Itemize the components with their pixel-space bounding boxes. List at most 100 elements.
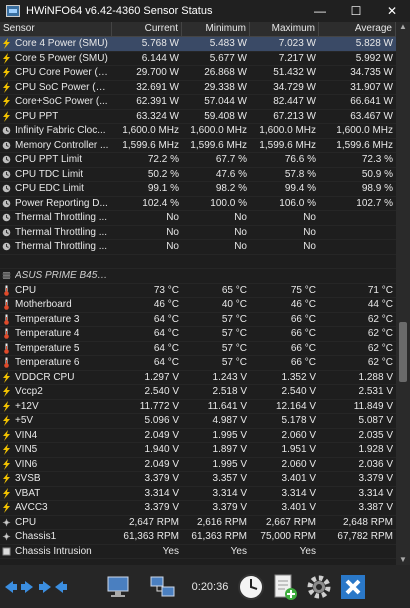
sensor-label: VIN6 [15,458,38,470]
sensor-row[interactable]: CPU Core Power (S... 29.700 W 26.868 W 51.4… [0,66,396,81]
col-current[interactable]: Current [112,22,182,36]
sensor-row[interactable]: CPU TDC Limit 50.2 % 47.6 % 57.8 % 50.9 % [0,168,396,182]
sensor-row[interactable]: VBAT 3.314 V 3.314 V 3.314 V 3.314 V [0,487,396,501]
maximum-value: 82.447 W [273,96,316,108]
sensor-name-cell: Infinity Fabric Cloc... [0,125,112,136]
sensor-row[interactable]: CPU PPT Limit 72.2 % 67.7 % 76.6 % 72.3 % [0,153,396,168]
settings-button[interactable] [302,570,336,604]
bolt-icon [2,81,11,93]
sensor-row[interactable]: Memory Controller ... 1,599.6 MHz 1,599.6 … [0,139,396,153]
collapse-arrow-icon [39,580,67,593]
sensor-row[interactable]: Chassis1 61,363 RPM 61,363 RPM 75,000 RPM 67… [0,530,396,545]
current-value: 11.772 V [139,400,179,412]
sensor-row[interactable]: Infinity Fabric Cloc... 1,600.0 MHz 1,600.… [0,124,396,139]
sensor-row[interactable]: 3VSB 3.379 V 3.357 V 3.401 V 3.379 V [0,472,396,487]
col-sensor[interactable]: Sensor [0,22,112,36]
close-sensors-button[interactable] [336,570,370,604]
average-value: 62 °C [367,313,393,325]
sensor-label: CPU SoC Power (S... [15,81,109,93]
sensor-name-cell: VBAT [0,487,112,499]
sensor-row[interactable]: Chassis Intrusion Yes Yes Yes [0,545,396,559]
minimum-value: 61,363 RPM [191,531,247,543]
sensor-row[interactable]: VIN4 2.049 V 1.995 V 2.060 V 2.035 V [0,429,396,443]
minimum-value: 5.677 W [209,52,247,64]
sensor-row[interactable]: Thermal Throttling ... No No No [0,240,396,255]
collapse-arrows-button[interactable] [36,570,70,604]
sensor-row[interactable]: Core 4 Power (SMU) 5.768 W 5.483 W 7.023 W 5… [0,37,396,52]
average-value: 1,599.6 MHz [336,139,393,151]
sensor-name-cell: +12V [0,400,112,412]
scroll-up-arrow-icon[interactable]: ▲ [396,22,410,32]
sensor-label: Thermal Throttling ... [15,241,108,253]
sensor-row[interactable]: Core 5 Power (SMU) 6.144 W 5.677 W 7.217 W 5… [0,52,396,66]
sensor-name-cell: +5V [0,415,112,427]
sensor-row[interactable]: Motherboard 46 °C 40 °C 46 °C 44 °C [0,298,396,313]
fan-icon [2,531,11,542]
sensor-row[interactable]: CPU SoC Power (S... 32.691 W 29.338 W 34.72… [0,81,396,95]
average-value: 63.467 W [350,110,393,122]
sensor-row[interactable]: CPU 73 °C 65 °C 75 °C 71 °C [0,284,396,298]
sensor-row[interactable]: Temperature 3 64 °C 57 °C 66 °C 62 °C [0,313,396,327]
sensor-name-cell: Chassis Intrusion [0,546,112,557]
group-header-row[interactable]: ASUS PRIME B450... [0,269,396,284]
current-value: 63.324 W [136,110,179,122]
current-value: Yes [162,545,179,557]
network-button[interactable] [144,570,182,604]
average-value: 3.314 V [358,487,393,499]
current-value: 64 °C [153,328,179,340]
clock-button[interactable] [234,570,268,604]
average-value: 44 °C [367,299,393,311]
sensor-row[interactable]: CPU PPT 63.324 W 59.408 W 67.213 W 63.467 W [0,110,396,124]
sensor-row[interactable] [0,255,396,269]
sensor-row[interactable]: Power Reporting D... 102.4 % 100.0 % 106.0 … [0,197,396,211]
average-value: 71 °C [367,284,393,296]
sensor-table: Core 4 Power (SMU) 5.768 W 5.483 W 7.023 W 5… [0,37,396,565]
expand-arrows-button[interactable] [2,570,36,604]
minimum-value: 57.044 W [204,96,247,108]
minimize-button[interactable]: — [302,0,338,22]
sensor-row[interactable]: Vccp2 2.540 V 2.518 V 2.540 V 2.531 V [0,385,396,400]
col-minimum[interactable]: Minimum [182,22,250,36]
minimum-value: 57 °C [221,342,247,354]
sensor-row[interactable]: AVCC3 3.379 V 3.379 V 3.401 V 3.387 V [0,501,396,516]
monitor-button[interactable] [100,570,138,604]
sensor-row[interactable]: Temperature 6 64 °C 57 °C 66 °C 62 °C [0,356,396,371]
sensor-label: VIN4 [15,429,38,441]
maximum-value: 76.6 % [284,154,316,166]
clock-icon [2,125,11,136]
sensor-label: ASUS PRIME B450... [15,270,109,282]
sensor-row[interactable]: Thermal Throttling ... No No No [0,211,396,226]
col-maximum[interactable]: Maximum [250,22,319,36]
sensor-row[interactable]: Temperature 4 64 °C 57 °C 66 °C 62 °C [0,327,396,342]
logging-button[interactable] [268,570,302,604]
sensor-row[interactable]: Thermal Throttling ... No No No [0,226,396,240]
sensor-row[interactable]: CPU 2,647 RPM 2,616 RPM 2,667 RPM 2,648 RPM [0,516,396,530]
sensor-row[interactable]: VDDCR CPU 1.297 V 1.243 V 1.352 V 1.288 V [0,371,396,385]
maximum-value: 57.8 % [284,168,316,180]
maximum-value: No [303,212,316,224]
sensor-label: CPU [15,284,37,296]
sensor-row[interactable]: Temperature 5 64 °C 57 °C 66 °C 62 °C [0,342,396,356]
scroll-down-arrow-icon[interactable]: ▼ [396,555,410,565]
sensor-name-cell: CPU [0,517,112,528]
sensor-row[interactable]: CPU EDC Limit 99.1 % 98.2 % 99.4 % 98.9 % [0,182,396,197]
clock-icon [238,573,264,600]
vertical-scrollbar[interactable]: ▲ ▼ [396,22,410,565]
col-average[interactable]: Average [319,22,396,36]
sensor-row[interactable]: VIN5 1.940 V 1.897 V 1.951 V 1.928 V [0,443,396,458]
average-value: 34.735 W [350,67,393,79]
sensor-row[interactable]: +12V 11.772 V 11.641 V 12.164 V 11.849 V [0,400,396,414]
scrollbar-thumb[interactable] [399,322,407,382]
bolt-icon [2,400,11,412]
maximum-value: 1,599.6 MHz [259,139,316,151]
close-window-button[interactable]: ✕ [374,0,410,22]
sensor-name-cell: Temperature 4 [0,328,112,339]
sensor-row[interactable]: Core+SoC Power (... 62.391 W 57.044 W 82.44… [0,95,396,110]
maximize-button[interactable]: ☐ [338,0,374,22]
minimum-value: 29.338 W [204,81,247,93]
sensor-row[interactable]: +5V 5.096 V 4.987 V 5.178 V 5.087 V [0,414,396,429]
maximum-value: 7.023 W [278,38,316,50]
bolt-icon [2,371,11,383]
sensor-row[interactable]: VIN6 2.049 V 1.995 V 2.060 V 2.036 V [0,458,396,472]
minimum-value: 47.6 % [215,168,247,180]
